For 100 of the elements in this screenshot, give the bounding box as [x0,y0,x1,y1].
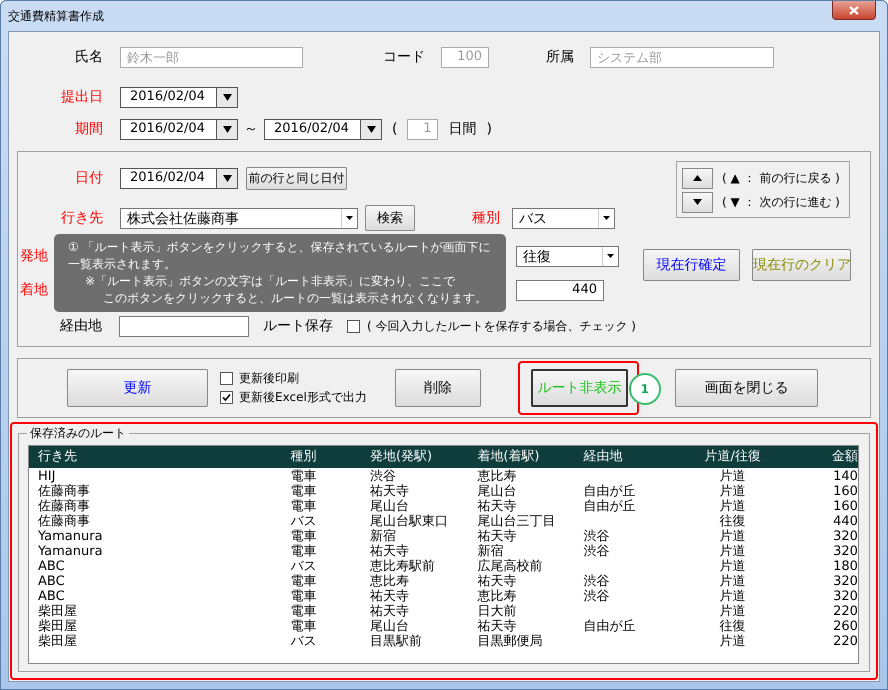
group-title: 保存済みのルート [27,425,129,442]
table-cell-text: バス [290,634,318,649]
tooltip-text: 一覧表示されます。 [68,256,177,273]
checkbox[interactable] [220,372,233,385]
table-cell-text: 440 [832,514,858,529]
table-cell-text: 往復 [718,619,747,634]
table-cell-text: 片道 [718,469,747,484]
column-header: 種別 [290,448,318,466]
table-cell-text: 片道 [718,484,747,499]
table-cell-text: 佐藤商事 [38,499,91,514]
field-label: 所属 [546,48,574,66]
table-cell-text: 140 [832,469,858,484]
table-cell-text: 電車 [290,604,318,619]
dropdown-icon[interactable] [217,86,238,108]
table-cell-text: 恵比寿駅前 [370,559,436,574]
table-cell-text: 日大前 [477,604,518,619]
table-cell-text: 新宿 [370,529,397,544]
close-screen-button[interactable]: 画面を閉じる [674,369,818,407]
table-cell-text: 220 [832,604,858,619]
table-cell-text: 恵比寿 [477,589,518,604]
hint-text: ( ▼ ： 次の行に進む ) [722,194,840,210]
table-cell-text: ABC [38,589,66,604]
update-button[interactable]: 更新 [67,369,208,407]
table-cell-text: 佐藤商事 [38,484,91,499]
table-cell-text: 祐天寺 [477,619,518,634]
table-cell-text: 電車 [290,574,318,589]
table-cell-text: ABC [38,559,66,574]
field-label: 経由地 [58,317,102,335]
dropdown-icon[interactable] [361,118,382,140]
field-label: 期間 [74,120,103,138]
table-cell-text: 渋谷 [584,529,611,544]
checkbox[interactable] [347,320,360,332]
table-cell-text: ABC [38,574,66,589]
field-label: 氏名 [74,48,103,66]
search-button[interactable]: 検索 [365,205,415,231]
table-cell-text: 広尾高校前 [477,559,544,574]
table-cell-text: 柴田屋 [38,634,78,649]
table-cell-text: 渋谷 [584,589,611,604]
column-header: 金額 [830,448,858,466]
table-cell-text: 尾山台三丁目 [477,514,556,529]
table-cell-text: 160 [832,484,858,499]
field-label: 種別 [471,209,500,227]
paren-text: ) [486,121,492,137]
table-cell-text: 電車 [290,484,318,499]
table-cell-text: 祐天寺 [370,544,410,559]
table-cell-text: 電車 [290,499,318,514]
tooltip-text: ※「ルート表示」ボタンの文字は「ルート非表示」に変わり、ここで [84,273,456,290]
up-button[interactable] [682,168,713,188]
dropdown-field[interactable]: 株式会社佐藤商事 [120,208,358,228]
tooltip-text: ① 「ルート表示」ボタンをクリックすると、保存されているルートが画面下に [68,239,492,256]
table-cell-text: 自由が丘 [584,499,637,514]
table-cell-text: 渋谷 [370,469,397,484]
dropdown-field[interactable]: バス [512,208,615,228]
delete-button[interactable]: 削除 [394,369,481,407]
table-cell-text: 新宿 [477,544,504,559]
confirm-button[interactable]: 現在行確定 [643,249,740,281]
column-header: 行き先 [38,448,78,466]
same-date-button[interactable]: 前の行と同じ日付 [246,166,347,190]
table-cell-text: 電車 [290,529,318,544]
dropdown-icon[interactable] [217,168,238,188]
table-cell-text: 電車 [290,544,318,559]
column-header: 経由地 [584,448,624,466]
dropdown-field[interactable]: 往復 [516,246,619,266]
text-field[interactable]: 440 [516,280,604,300]
checkbox[interactable] [220,391,233,404]
checkbox-label: 更新後印刷 [239,370,299,387]
dropdown-icon[interactable] [217,118,238,140]
table-cell-text: 渋谷 [584,574,611,589]
table-cell-text: 260 [832,619,858,634]
table-cell-text: HIJ [38,469,56,484]
field-label: 日付 [74,169,103,187]
down-arrow-icon [693,199,702,205]
table-cell-text: 往復 [718,514,747,529]
table-cell-text: 自由が丘 [584,484,637,499]
table-cell-text: 柴田屋 [38,604,78,619]
table-cell-text: 祐天寺 [477,529,518,544]
table-cell-text: 祐天寺 [370,604,410,619]
table-cell-text: 片道 [718,634,747,649]
down-button[interactable] [682,192,713,212]
range-separator: ～ [244,120,258,138]
table-cell-text: 佐藤商事 [38,514,91,529]
table-cell-text: 220 [832,634,858,649]
table-cell-text: 片道 [718,604,747,619]
table-cell-text: 電車 [290,619,318,634]
table-cell-text: 320 [832,529,858,544]
table-cell-text: 自由が丘 [584,619,637,634]
table-cell-text: 尾山台 [477,484,518,499]
column-header: 着地(着駅) [477,448,540,466]
close-button[interactable] [832,1,876,20]
table-cell-text: 320 [832,544,858,559]
table-cell-text: 片道 [718,529,747,544]
checkbox-label: 更新後Excel形式で出力 [239,389,367,406]
table-cell-text: 片道 [718,499,747,514]
text-field[interactable] [118,316,250,336]
field-label: 行き先 [60,209,103,227]
table-cell-text: 目黒駅前 [370,634,423,649]
table-cell-text: 祐天寺 [477,574,518,589]
table-cell-text: 尾山台 [370,619,410,634]
table-cell-text: 尾山台 [370,499,410,514]
table-cell-text: 160 [832,499,858,514]
